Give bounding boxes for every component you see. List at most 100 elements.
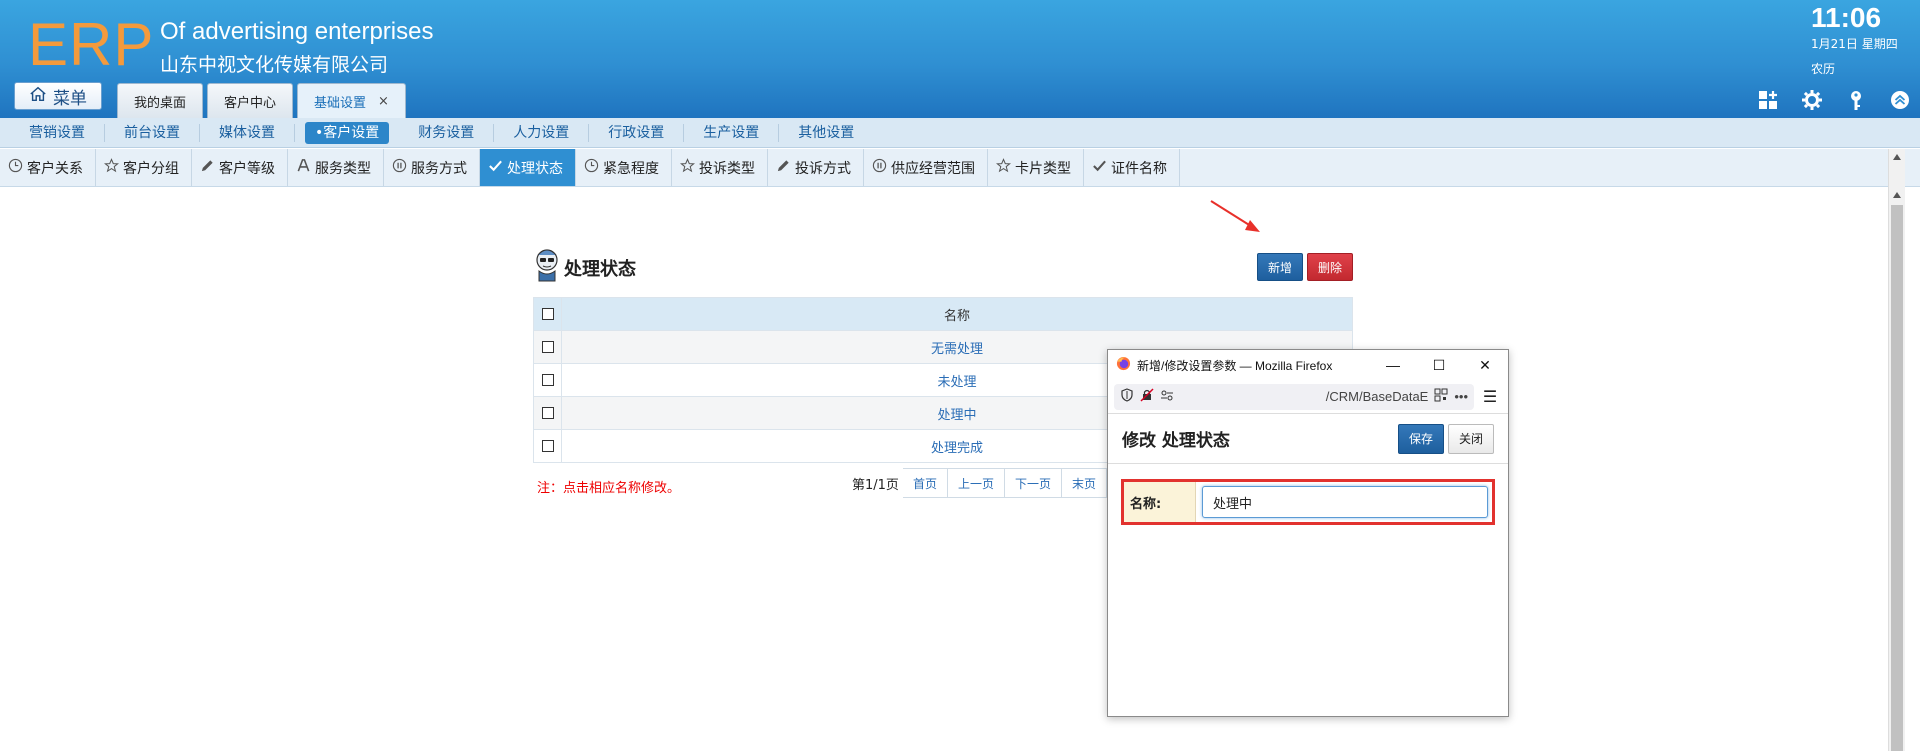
edit-hint-note: 注：点击相应名称修改。 bbox=[537, 481, 681, 496]
nav-customer-settings[interactable]: 客户设置 bbox=[305, 121, 390, 144]
subnav-service-type[interactable]: 服务类型 bbox=[288, 149, 384, 186]
nav-admin-settings[interactable]: 行政设置 bbox=[589, 123, 685, 142]
url-text: /CRM/BaseDataE bbox=[1325, 389, 1429, 404]
subnav-label: 投诉方式 bbox=[795, 160, 851, 177]
save-button[interactable]: 保存 bbox=[1398, 423, 1444, 454]
subnav-label: 供应经营范围 bbox=[891, 160, 975, 177]
key-icon[interactable] bbox=[1844, 88, 1868, 112]
prev-page-button[interactable]: 上一页 bbox=[947, 468, 1005, 498]
name-input[interactable] bbox=[1202, 486, 1488, 518]
window-close-icon[interactable]: ✕ bbox=[1462, 350, 1508, 380]
subnav-label: 证件名称 bbox=[1111, 160, 1167, 177]
nav-front-desk-settings[interactable]: 前台设置 bbox=[105, 123, 200, 142]
nav-other-settings[interactable]: 其他设置 bbox=[779, 124, 873, 142]
tab-customer-center[interactable]: 客户中心 bbox=[207, 83, 294, 118]
delete-button[interactable]: 删除 bbox=[1307, 253, 1353, 281]
lunar-date: 农历 bbox=[1811, 62, 1836, 76]
name-field-label: 名称: bbox=[1124, 482, 1196, 522]
select-all-checkbox[interactable] bbox=[541, 308, 554, 320]
subnav-urgency[interactable]: 紧急程度 bbox=[576, 149, 672, 186]
page-scrollbar[interactable] bbox=[1888, 149, 1905, 751]
check-icon bbox=[488, 158, 503, 177]
menu-label: 菜单 bbox=[53, 88, 87, 109]
tab-my-desktop[interactable]: 我的桌面 bbox=[117, 83, 204, 118]
row-checkbox-cell bbox=[533, 330, 562, 364]
hamburger-menu-icon[interactable]: ☰ bbox=[1478, 385, 1502, 409]
subnav-card-type[interactable]: 卡片类型 bbox=[988, 149, 1084, 186]
panel-title: 处理状态 bbox=[564, 258, 636, 280]
menu-button[interactable]: 菜单 bbox=[14, 82, 102, 110]
tab-close-icon[interactable]: × bbox=[378, 94, 389, 109]
permissions-icon bbox=[1160, 388, 1174, 405]
close-button[interactable]: 关闭 bbox=[1448, 423, 1494, 454]
edit-form-header: 修改 处理状态 保存 关闭 bbox=[1108, 414, 1508, 464]
name-field-row: 名称: bbox=[1121, 479, 1495, 525]
row-checkbox[interactable] bbox=[541, 407, 554, 419]
check-icon bbox=[1092, 158, 1107, 177]
edit-form-title: 修改 处理状态 bbox=[1122, 431, 1230, 451]
subnav-supply-scope[interactable]: 供应经营范围 bbox=[864, 149, 988, 186]
clock-icon bbox=[8, 158, 23, 177]
clock-icon bbox=[584, 158, 599, 177]
app-header: ERP Of advertising enterprises 山东中视文化传媒有… bbox=[0, 0, 1920, 118]
subnav-label: 客户关系 bbox=[27, 160, 83, 177]
clock-time: 11:06 bbox=[1811, 2, 1882, 33]
first-page-button[interactable]: 首页 bbox=[902, 468, 948, 498]
erp-logo: ERP bbox=[28, 11, 155, 78]
tab-label: 客户中心 bbox=[224, 95, 277, 111]
firefox-logo-icon bbox=[1116, 356, 1137, 374]
gear-icon[interactable] bbox=[1800, 88, 1824, 112]
add-button[interactable]: 新增 bbox=[1257, 253, 1303, 281]
last-page-button[interactable]: 末页 bbox=[1061, 468, 1107, 498]
insecure-lock-icon bbox=[1140, 388, 1154, 405]
panel-header: 处理状态 bbox=[534, 247, 636, 288]
red-pointer-arrow-icon bbox=[1210, 200, 1260, 232]
subnav-customer-relation[interactable]: 客户关系 bbox=[0, 149, 96, 186]
tab-label: 我的桌面 bbox=[134, 95, 187, 111]
next-page-button[interactable]: 下一页 bbox=[1004, 468, 1062, 498]
subnav-customer-level[interactable]: 客户等级 bbox=[192, 149, 288, 186]
shield-icon bbox=[1120, 388, 1134, 405]
subnav-complaint-type[interactable]: 投诉类型 bbox=[672, 149, 768, 186]
company-name-en: Of advertising enterprises bbox=[160, 18, 434, 45]
scroll-up-arrow-icon[interactable] bbox=[1889, 187, 1905, 203]
address-field[interactable]: /CRM/BaseDataE ••• bbox=[1114, 383, 1474, 410]
subnav-processing-status[interactable]: 处理状态 bbox=[480, 149, 576, 186]
edit-popup-window: 新增/修改设置参数 — Mozilla Firefox — ☐ ✕ /CRM/B… bbox=[1107, 349, 1509, 717]
row-checkbox[interactable] bbox=[541, 440, 554, 452]
row-checkbox-cell bbox=[533, 429, 562, 463]
select-all-cell bbox=[533, 297, 562, 331]
nav-production-settings[interactable]: 生产设置 bbox=[684, 123, 780, 142]
nav-finance-settings[interactable]: 财务设置 bbox=[399, 123, 495, 142]
star-icon bbox=[995, 158, 1012, 177]
subnav-label: 客户等级 bbox=[219, 160, 275, 177]
subnav-customer-group[interactable]: 客户分组 bbox=[96, 149, 192, 186]
pause-circle-icon bbox=[392, 158, 407, 177]
row-checkbox[interactable] bbox=[541, 341, 554, 353]
subnav-certificate-name[interactable]: 证件名称 bbox=[1084, 149, 1180, 186]
nav-hr-settings[interactable]: 人力设置 bbox=[494, 123, 590, 142]
subnav-label: 服务方式 bbox=[411, 160, 467, 177]
subnav-complaint-method[interactable]: 投诉方式 bbox=[768, 149, 864, 186]
minimize-icon[interactable]: — bbox=[1370, 350, 1416, 380]
scrollbar-thumb[interactable] bbox=[1891, 205, 1903, 751]
maximize-icon[interactable]: ☐ bbox=[1416, 350, 1462, 380]
mascot-icon bbox=[534, 247, 560, 288]
grid-add-icon[interactable] bbox=[1756, 88, 1780, 112]
scroll-up-arrow-icon[interactable] bbox=[1889, 149, 1905, 165]
row-checkbox[interactable] bbox=[541, 374, 554, 386]
subnav-label: 服务类型 bbox=[315, 160, 371, 177]
collapse-up-icon[interactable] bbox=[1888, 88, 1912, 112]
subnav-label: 处理状态 bbox=[507, 160, 563, 177]
nav-media-settings[interactable]: 媒体设置 bbox=[200, 123, 295, 142]
nav-marketing-settings[interactable]: 营销设置 bbox=[10, 123, 105, 142]
more-actions-icon[interactable]: ••• bbox=[1454, 389, 1468, 404]
row-checkbox-cell bbox=[533, 396, 562, 430]
pagination: 第1/1页 首页 上一页 下一页 末页 bbox=[852, 468, 1107, 498]
subnav-label: 卡片类型 bbox=[1015, 160, 1071, 177]
popup-titlebar[interactable]: 新增/修改设置参数 — Mozilla Firefox — ☐ ✕ bbox=[1108, 350, 1508, 380]
tab-basic-settings[interactable]: 基础设置 × bbox=[297, 83, 406, 118]
tab-label: 基础设置 bbox=[314, 95, 367, 111]
subnav-service-method[interactable]: 服务方式 bbox=[384, 149, 480, 186]
qr-code-icon[interactable] bbox=[1434, 388, 1448, 405]
